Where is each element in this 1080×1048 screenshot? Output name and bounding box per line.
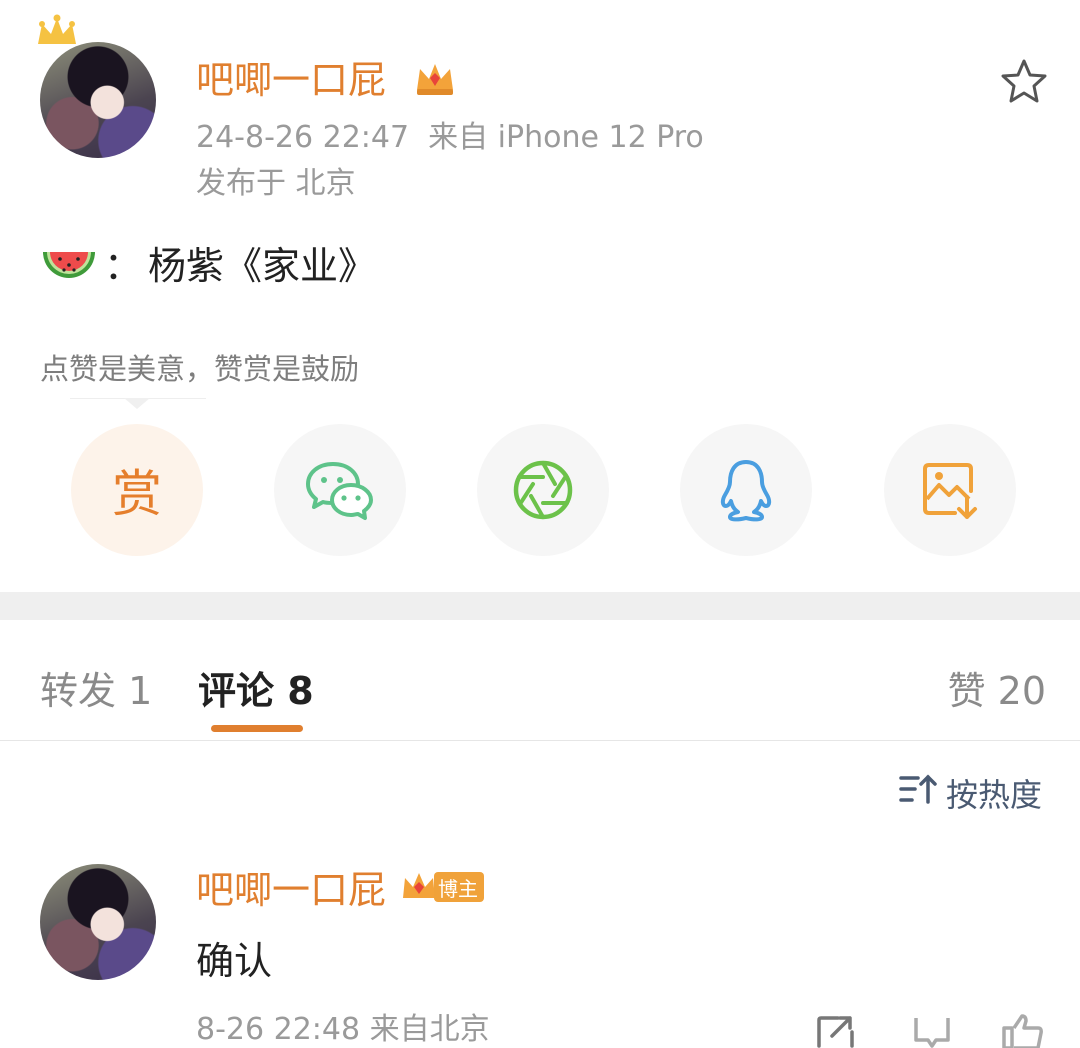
favorite-star-icon[interactable] [1000,58,1048,104]
tab-repost[interactable]: 转发 1 [40,660,152,715]
author-badge: 博主 [400,870,484,904]
save-image-button[interactable] [884,424,1016,556]
qq-penguin-icon [720,460,772,522]
reward-button[interactable]: 赏 [71,424,203,556]
tooltip-pointer [124,398,150,409]
post-content-prefix: ： [104,244,143,288]
active-tab-indicator [211,725,303,732]
comment-author-name[interactable]: 吧唧一口屁 [196,868,386,912]
comment-reply-icon[interactable] [912,1014,952,1048]
badge-crown-icon [403,873,435,898]
post-location: 发布于 北京 [196,166,356,201]
share-qq-button[interactable] [680,424,812,556]
share-moments-button[interactable] [477,424,609,556]
wechat-icon [306,462,373,520]
blogger-badge: 博主 [434,872,484,902]
share-wechat-button[interactable] [274,424,406,556]
sort-by-popularity[interactable]: 按热度 [946,770,1042,816]
crown-decoration-icon [38,14,76,44]
commenter-avatar[interactable] [40,864,156,980]
tab-likes[interactable]: 赞 20 [948,660,1046,715]
comment-text: 确认 [196,939,273,983]
vip-crown-icon [417,64,453,95]
comment-share-icon[interactable] [816,1014,856,1048]
comment-like-icon[interactable] [1000,1012,1044,1048]
tab-comments[interactable]: 评论 8 [198,660,314,715]
section-divider [0,592,1080,620]
reward-hint: 点赞是美意，赞赏是鼓励 [40,352,360,386]
post-author-name[interactable]: 吧唧一口屁 [196,58,386,102]
post-time-source: 24-8-26 22:47 来自 iPhone 12 Pro [196,120,704,155]
comment-meta: 8-26 22:48 来自北京 [196,1012,490,1047]
watermelon-emoji-icon [43,252,95,278]
save-image-icon [923,463,977,519]
sort-icon[interactable] [898,772,938,806]
moments-aperture-icon [513,460,573,520]
post-content: 杨紫《家业》 [148,244,377,288]
author-avatar[interactable] [40,42,156,158]
reward-label: 赏 [112,465,162,523]
tabs-divider [0,740,1080,741]
